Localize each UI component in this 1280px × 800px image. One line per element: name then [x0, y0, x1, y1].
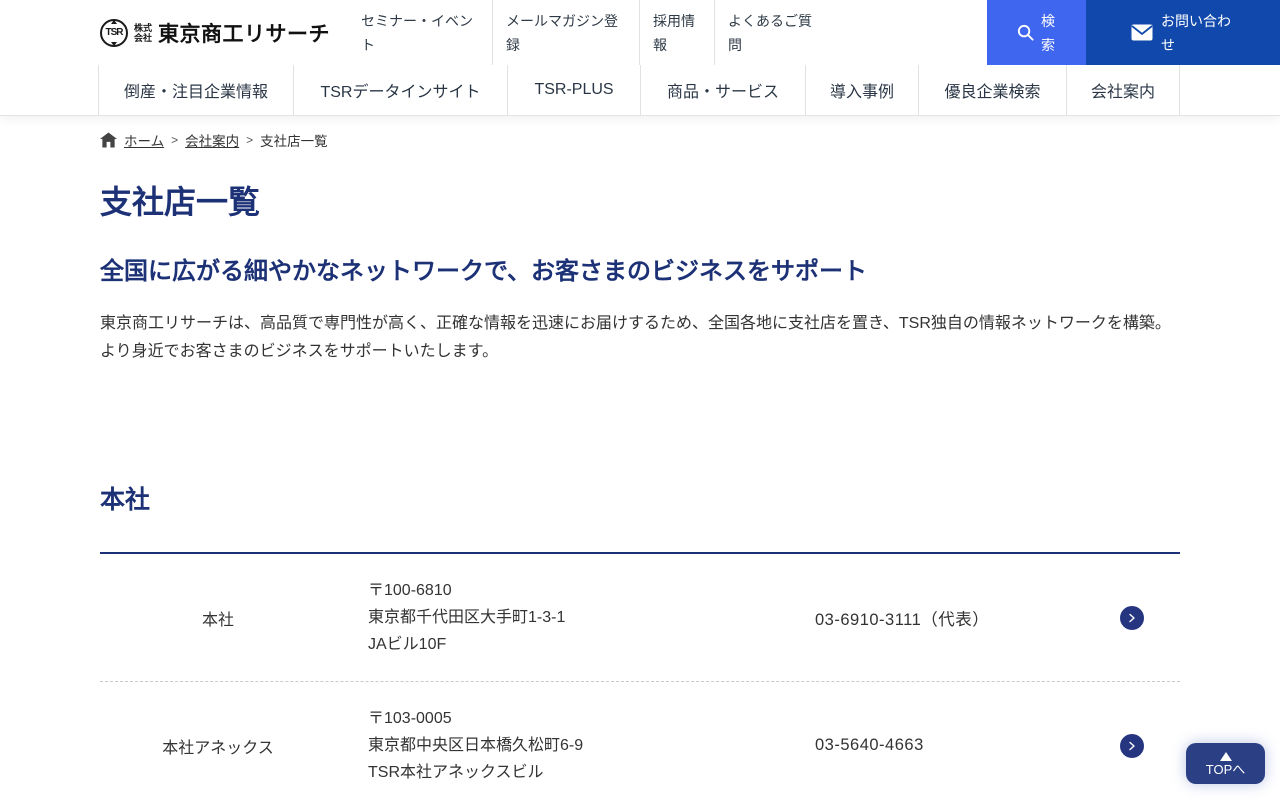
office-postal-code: 〒103-0005 [368, 710, 452, 727]
table-row: 本社アネックス 〒103-0005 東京都中央区日本橋久松町6-9 TSR本社ア… [100, 682, 1180, 800]
company-logo[interactable]: TSR 株式 会社 東京商工リサーチ [100, 0, 330, 65]
nav-item-label: 倒産・注目企業情報 [123, 84, 268, 101]
office-building: TSR本社アネックスビル [368, 764, 544, 781]
office-phone: 03-6910-3111（代表） [815, 610, 990, 629]
search-icon [1017, 24, 1034, 41]
nav-item-tsr-plus[interactable]: TSR-PLUS [507, 65, 640, 115]
logo-company-name: 東京商工リサーチ [158, 22, 331, 46]
tsr-logo-mark: TSR [100, 18, 128, 47]
triangle-up-icon [1219, 751, 1232, 761]
office-name: 本社 [201, 611, 234, 629]
office-building: JAビル10F [368, 636, 447, 653]
search-button-label: 検索 [1041, 12, 1055, 53]
utility-nav-seminar-events[interactable]: セミナー・イベント [348, 0, 492, 65]
utility-nav-mail-magazine[interactable]: メールマガジン登録 [492, 0, 639, 65]
logo-company-prefix: 株式 会社 [134, 23, 152, 43]
breadcrumb-separator: > [171, 133, 179, 147]
utility-nav-label: セミナー・イベント [361, 12, 474, 53]
page-description: 東京商工リサーチは、高品質で専門性が高く、正確な情報を迅速にお届けするため、全国… [100, 315, 1171, 360]
breadcrumb-separator: > [246, 133, 254, 147]
nav-item-label: 導入事例 [829, 84, 894, 101]
nav-item-tsr-data-insight[interactable]: TSRデータインサイト [293, 65, 507, 115]
office-address: 〒103-0005 東京都中央区日本橋久松町6-9 TSR本社アネックスビル [336, 705, 815, 786]
header-buttons: 検索 お問い合わせ [987, 0, 1280, 65]
office-postal-code: 〒100-6810 [368, 582, 452, 599]
utility-nav-label: 採用情報 [653, 12, 696, 53]
nav-item-excellent-company-search[interactable]: 優良企業検索 [918, 65, 1066, 115]
breadcrumb: ホーム > 会社案内 > 支社店一覧 [100, 116, 1180, 150]
table-row: 本社 〒100-6810 東京都千代田区大手町1-3-1 JAビル10F 03-… [100, 554, 1180, 682]
utility-nav-recruit[interactable]: 採用情報 [639, 0, 714, 65]
office-detail-link-cell [1120, 733, 1180, 758]
back-to-top-button[interactable]: TOPへ [1186, 743, 1265, 784]
utility-nav-faq[interactable]: よくあるご質問 [714, 0, 827, 65]
page-title: 支社店一覧 [100, 184, 261, 220]
breadcrumb-current: 支社店一覧 [260, 134, 328, 149]
nav-item-case-studies[interactable]: 導入事例 [805, 65, 918, 115]
contact-button-label: お問い合わせ [1161, 12, 1231, 53]
logo-prefix-line1: 株式 [134, 22, 153, 33]
utility-nav-label: メールマガジン登録 [506, 12, 619, 53]
header-top-bar: TSR 株式 会社 東京商工リサーチ セミナー・イベント メールマガジン登録 採… [0, 0, 1280, 65]
breadcrumb-link-company-info[interactable]: 会社案内 [185, 130, 239, 150]
office-detail-link-cell [1120, 605, 1180, 630]
breadcrumb-link-home[interactable]: ホーム [124, 130, 164, 150]
chevron-right-icon [1129, 613, 1135, 622]
tsr-logo-text: TSR [105, 27, 124, 38]
office-phone: 03-5640-4663 [815, 736, 924, 754]
contact-button[interactable]: お問い合わせ [1086, 0, 1280, 65]
office-street-address: 東京都中央区日本橋久松町6-9 [368, 737, 584, 754]
mail-icon [1131, 24, 1153, 41]
search-button[interactable]: 検索 [987, 0, 1086, 65]
office-street-address: 東京都千代田区大手町1-3-1 [368, 609, 566, 626]
office-address: 〒100-6810 東京都千代田区大手町1-3-1 JAビル10F [336, 577, 815, 658]
logo-prefix-line2: 会社 [134, 32, 153, 43]
office-name: 本社アネックス [162, 739, 274, 757]
main-content: 支社店一覧 全国に広がる細やかなネットワークで、お客さまのビジネスをサポート 東… [100, 177, 1180, 800]
chevron-right-icon [1129, 741, 1135, 750]
back-to-top-label: TOPへ [1205, 761, 1246, 777]
office-table: 本社 〒100-6810 東京都千代田区大手町1-3-1 JAビル10F 03-… [100, 552, 1180, 800]
section-title-head-office: 本社 [100, 486, 151, 514]
home-icon[interactable] [100, 132, 117, 148]
main-nav: 倒産・注目企業情報 TSRデータインサイト TSR-PLUS 商品・サービス 導… [0, 65, 1280, 116]
nav-item-label: TSR-PLUS [534, 81, 614, 98]
nav-item-label: 商品・サービス [666, 84, 779, 101]
office-detail-button[interactable] [1120, 605, 1144, 630]
page-subtitle: 全国に広がる細やかなネットワークで、お客さまのビジネスをサポート [100, 258, 868, 285]
nav-item-products-services[interactable]: 商品・サービス [640, 65, 805, 115]
nav-item-label: 会社案内 [1090, 84, 1155, 101]
utility-nav: セミナー・イベント メールマガジン登録 採用情報 よくあるご質問 [348, 0, 827, 65]
nav-item-label: 優良企業検索 [944, 84, 1041, 101]
nav-item-label: TSRデータインサイト [320, 84, 481, 101]
nav-item-bankruptcy-info[interactable]: 倒産・注目企業情報 [98, 65, 293, 115]
nav-item-company-info[interactable]: 会社案内 [1066, 65, 1180, 115]
office-detail-button[interactable] [1120, 733, 1144, 758]
utility-nav-label: よくあるご質問 [728, 12, 813, 53]
